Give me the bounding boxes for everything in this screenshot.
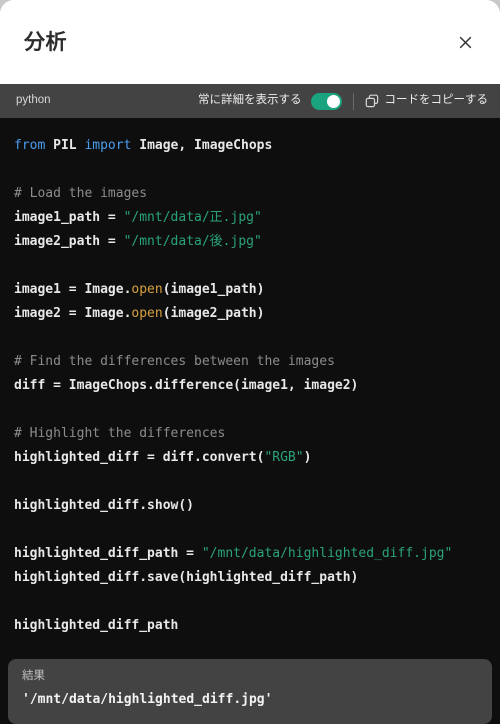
code-token: from [14, 138, 54, 153]
code-line: highlighted_diff_path [14, 614, 486, 638]
code-line: # Find the differences between the image… [14, 350, 486, 374]
code-line: # Load the images [14, 182, 486, 206]
code-line: image1_path = "/mnt/data/正.jpg" [14, 206, 486, 230]
code-token: highlighted_diff_path = [14, 546, 202, 561]
code-token: # Highlight the differences [14, 426, 226, 441]
code-token: Image, ImageChops [139, 138, 273, 153]
code-line: image2 = Image.open(image2_path) [14, 302, 486, 326]
copy-icon [365, 94, 379, 108]
code-token: "/mnt/data/後.jpg" [123, 234, 262, 249]
code-line: highlighted_diff_path = "/mnt/data/highl… [14, 542, 486, 566]
analysis-panel: 分析 python 常に詳細を表示する コードをコピーする from PIL i… [0, 0, 500, 724]
code-token: highlighted_diff.save(highlighted_diff_p… [14, 570, 359, 585]
always-show-details-switch[interactable] [310, 92, 342, 110]
code-token: # Load the images [14, 186, 148, 201]
code-token: open [131, 306, 163, 321]
code-body: from PIL import Image, ImageChops # Load… [0, 118, 500, 724]
code-token: "/mnt/data/正.jpg" [123, 210, 262, 225]
result-value: '/mnt/data/highlighted_diff.jpg' [22, 692, 273, 708]
toggle-knob [326, 94, 340, 108]
code-token: image1_path = [14, 210, 124, 225]
code-line: diff = ImageChops.difference(image1, ima… [14, 374, 486, 398]
copy-code-label: コードをコピーする [384, 94, 489, 107]
code-line: from PIL import Image, ImageChops [14, 134, 486, 158]
result-block: 結果 '/mnt/data/highlighted_diff.jpg' [8, 658, 492, 724]
code-toolbar: python 常に詳細を表示する コードをコピーする [0, 84, 500, 118]
code-token: open [131, 282, 163, 297]
code-line: highlighted_diff.save(highlighted_diff_p… [14, 566, 486, 590]
code-token: image1 = Image. [14, 282, 132, 297]
code-token: image2 = Image. [14, 306, 132, 321]
code-token: "/mnt/data/highlighted_diff.jpg" [201, 546, 453, 561]
code-token: diff = ImageChops.difference(image1, ima… [14, 378, 359, 393]
copy-code-button[interactable]: コードをコピーする [365, 94, 489, 108]
code-line: image1 = Image.open(image1_path) [14, 278, 486, 302]
panel-header: 分析 [0, 0, 500, 84]
code-token: highlighted_diff.show() [14, 498, 195, 513]
code-token: (image2_path) [162, 306, 265, 321]
code-token: "RGB" [264, 450, 304, 465]
code-line: highlighted_diff.show() [14, 494, 486, 518]
code-line: # Highlight the differences [14, 422, 486, 446]
code-token: (image1_path) [162, 282, 265, 297]
code-token: highlighted_diff = diff.convert( [14, 450, 265, 465]
close-button[interactable] [450, 27, 480, 57]
page-title: 分析 [24, 30, 67, 54]
code-line: highlighted_diff = diff.convert("RGB") [14, 446, 486, 470]
result-label: 結果 [22, 669, 45, 682]
python-code-block[interactable]: from PIL import Image, ImageChops # Load… [0, 134, 500, 647]
code-token: ) [303, 450, 312, 465]
code-toolbar-actions: 常に詳細を表示する コードをコピーする [198, 92, 489, 110]
code-token: image2_path = [14, 234, 124, 249]
code-language-label: python [16, 94, 51, 107]
code-line: image2_path = "/mnt/data/後.jpg" [14, 230, 486, 254]
code-token: PIL [53, 138, 85, 153]
close-icon [457, 34, 474, 51]
always-show-details-label: 常に詳細を表示する [198, 94, 302, 107]
code-token: import [84, 138, 140, 153]
code-token: # Find the differences between the image… [14, 354, 335, 369]
always-show-details-toggle-group[interactable]: 常に詳細を表示する [198, 92, 342, 110]
toolbar-divider [352, 92, 354, 110]
code-token: highlighted_diff_path [14, 618, 179, 633]
